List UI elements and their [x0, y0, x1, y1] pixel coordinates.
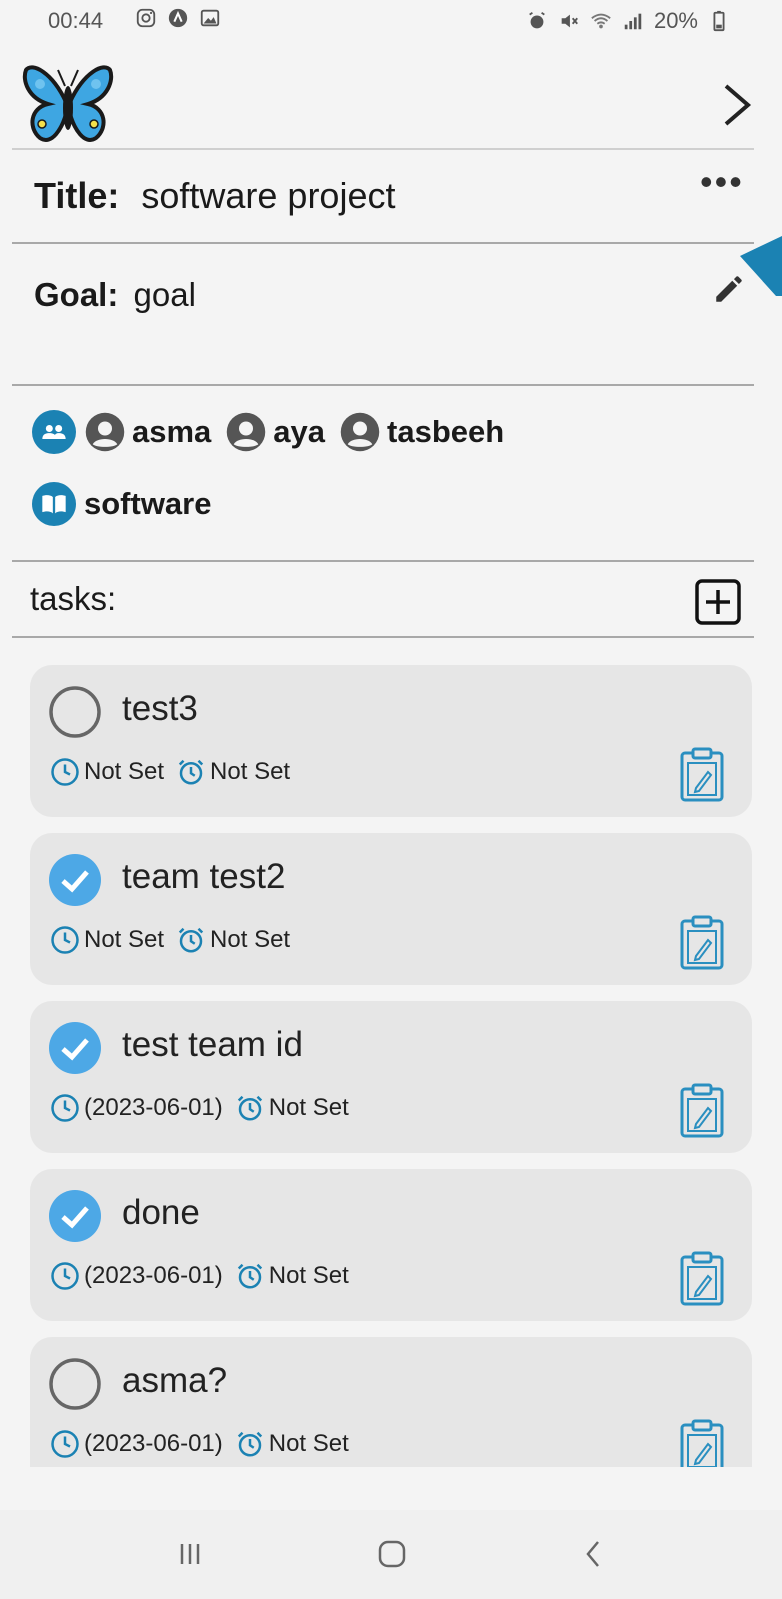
wifi-icon	[591, 13, 611, 29]
task-title: done	[122, 1193, 200, 1232]
clock-icon	[51, 1094, 79, 1122]
member-name: tasbeeh	[387, 414, 505, 449]
status-time: 00:44	[48, 8, 104, 33]
title-value: software project	[141, 175, 396, 216]
signal-icon	[624, 13, 642, 30]
clipboard-edit-icon[interactable]	[678, 1251, 726, 1307]
task-date: (2023-06-01)	[84, 1094, 223, 1121]
account-circle-icon	[85, 412, 125, 452]
subject-name: software	[84, 486, 212, 521]
task-date: Not Set	[84, 758, 165, 785]
task-date: (2023-06-01)	[84, 1430, 223, 1457]
back-icon[interactable]	[572, 1532, 616, 1576]
task-alarm: Not Set	[268, 1430, 349, 1457]
title-label: Title:	[34, 175, 120, 216]
battery-percent: 20%	[653, 8, 698, 33]
unchecked-circle-icon[interactable]	[48, 1357, 102, 1411]
tasks-label: tasks:	[30, 580, 117, 617]
task-card[interactable]: test3 Not Set Not Set	[30, 665, 752, 817]
clipboard-edit-icon[interactable]	[678, 1419, 726, 1467]
task-title: test team id	[122, 1025, 303, 1064]
recent-apps-icon[interactable]	[168, 1532, 212, 1576]
checked-circle-icon[interactable]	[48, 1189, 102, 1243]
checked-circle-icon[interactable]	[48, 853, 102, 907]
alarm-clock-icon	[178, 759, 204, 785]
task-date: Not Set	[84, 926, 165, 953]
task-meta: Not Set Not Set	[50, 757, 290, 787]
clipboard-edit-icon[interactable]	[678, 915, 726, 971]
task-card[interactable]: team test2 Not Set Not Set	[30, 833, 752, 985]
chevron-right-icon[interactable]	[718, 80, 758, 130]
divider	[12, 560, 754, 562]
members-row: asma aya tasbeeh	[32, 410, 510, 454]
task-title: team test2	[122, 857, 286, 896]
clock-icon	[51, 926, 79, 954]
clock-icon	[51, 1430, 79, 1458]
task-list: test3 Not Set Not Set team test2 Not Set…	[30, 665, 752, 1467]
book-icon	[32, 482, 76, 526]
task-title: test3	[122, 689, 198, 728]
divider	[12, 242, 754, 244]
task-alarm: Not Set	[268, 1094, 349, 1121]
member-name: asma	[132, 414, 212, 449]
account-circle-icon	[227, 412, 266, 452]
project-title: Title: software project	[34, 175, 395, 217]
account-circle-icon	[340, 412, 380, 452]
task-card[interactable]: done (2023-06-01) Not Set	[30, 1169, 752, 1321]
gallery-icon	[200, 9, 220, 27]
alarm-icon	[529, 11, 545, 29]
task-alarm: Not Set	[268, 1262, 349, 1289]
task-date: (2023-06-01)	[84, 1262, 223, 1289]
edit-pencil-icon[interactable]	[712, 272, 746, 306]
divider	[12, 148, 754, 150]
app-icon	[168, 8, 188, 28]
divider	[12, 636, 754, 638]
member-name: aya	[273, 414, 326, 449]
status-bar: 00:44 20%	[0, 0, 782, 46]
member-tasbeeh[interactable]: tasbeeh	[339, 411, 504, 453]
add-box-icon[interactable]	[694, 578, 742, 626]
task-title: asma?	[122, 1361, 228, 1400]
task-card[interactable]: test team id (2023-06-01) Not Set	[30, 1001, 752, 1153]
group-icon[interactable]	[32, 410, 76, 454]
side-drawer-handle[interactable]	[740, 236, 782, 296]
task-meta: Not Set Not Set	[50, 925, 290, 955]
goal-label: Goal:	[34, 276, 119, 313]
divider	[12, 384, 754, 386]
unchecked-circle-icon[interactable]	[48, 685, 102, 739]
task-alarm: Not Set	[210, 926, 291, 953]
member-aya[interactable]: aya	[225, 411, 325, 453]
project-goal: Goal: goal	[34, 276, 196, 314]
battery-icon	[713, 10, 725, 32]
goal-value: goal	[133, 276, 196, 313]
alarm-clock-icon	[237, 1431, 262, 1457]
task-meta: (2023-06-01) Not Set	[50, 1429, 349, 1459]
task-card[interactable]: asma? (2023-06-01) Not Set	[30, 1337, 752, 1467]
subject-row[interactable]: software	[32, 482, 211, 526]
more-options-button[interactable]: •••	[700, 164, 756, 202]
butterfly-logo	[22, 65, 114, 142]
clipboard-edit-icon[interactable]	[678, 747, 726, 803]
clipboard-edit-icon[interactable]	[678, 1083, 726, 1139]
task-meta: (2023-06-01) Not Set	[50, 1093, 349, 1123]
mute-icon	[561, 14, 578, 28]
clock-icon	[51, 1262, 79, 1290]
clock-icon	[51, 758, 79, 786]
alarm-clock-icon	[237, 1095, 262, 1121]
task-meta: (2023-06-01) Not Set	[50, 1261, 349, 1291]
app-header	[0, 52, 782, 148]
checked-circle-icon[interactable]	[48, 1021, 102, 1075]
member-asma[interactable]: asma	[84, 411, 211, 453]
task-alarm: Not Set	[210, 758, 291, 785]
alarm-clock-icon	[237, 1263, 262, 1289]
system-nav-bar	[0, 1510, 782, 1599]
alarm-clock-icon	[178, 927, 204, 953]
instagram-icon	[136, 8, 156, 28]
home-icon[interactable]	[370, 1532, 414, 1576]
